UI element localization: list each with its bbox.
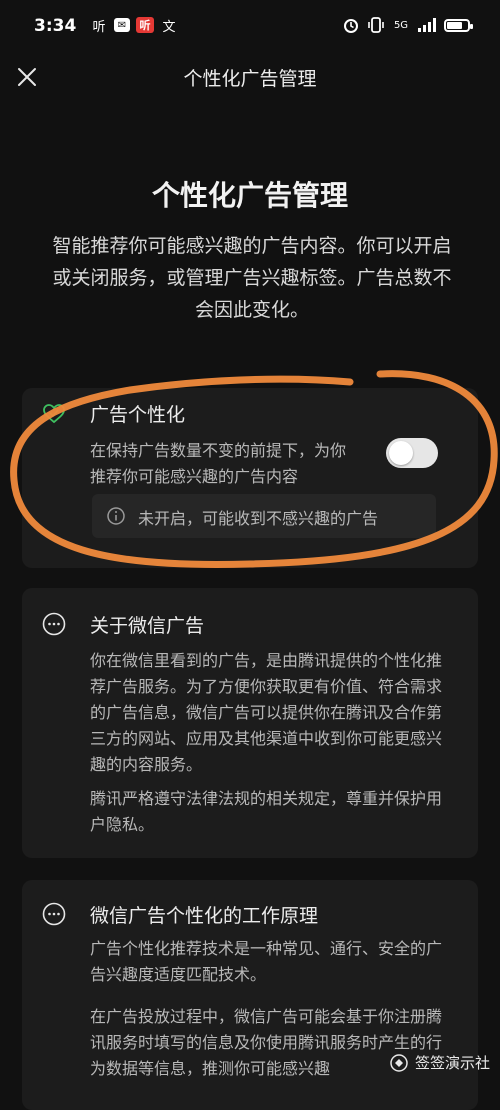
heart-link-icon — [43, 404, 65, 424]
header-title: 个性化广告管理 — [183, 68, 317, 90]
status-notice: 未开启，可能收到不感兴趣的广告 — [92, 494, 436, 538]
listen-app-icon: 听 — [136, 17, 154, 33]
about-title: 关于微信广告 — [90, 615, 205, 637]
more-icon — [42, 612, 66, 636]
status-left-icons: 听 ✉ 听 文 — [90, 16, 178, 35]
notice-text: 未开启，可能收到不感兴趣的广告 — [138, 509, 379, 528]
page-heading: 个性化广告管理 — [151, 179, 348, 212]
listen-icon: 听 — [92, 19, 106, 35]
ad-personalization-desc-2: 推荐你可能感兴趣的广告内容 — [90, 467, 299, 486]
ad-personalization-title: 广告个性化 — [90, 404, 186, 426]
status-bar: 3:34 听 ✉ 听 文 5G — [0, 0, 500, 56]
vibrate-icon — [368, 17, 384, 33]
status-right-icons: 5G — [342, 16, 473, 34]
watermark-logo-icon — [390, 1053, 408, 1072]
more-icon — [42, 902, 66, 926]
watermark: 签签演示社 — [389, 1052, 490, 1073]
ad-personalization-toggle[interactable] — [386, 438, 438, 468]
toggle-knob — [389, 441, 413, 465]
principle-title: 微信广告个性化的工作原理 — [90, 905, 319, 927]
header: 个性化广告管理 — [0, 56, 500, 100]
signal-icon — [418, 18, 436, 32]
principle-paragraph-1: 广告个性化推荐技术是一种常见、通行、安全的广告兴趣度适度匹配技术。 — [90, 939, 443, 984]
about-wechat-ads-card: 关于微信广告 你在微信里看到的广告，是由腾讯提供的个性化推荐广告服务。为了方便你… — [22, 588, 478, 858]
mail-icon: ✉ — [114, 18, 130, 32]
watermark-text: 签签演示社 — [414, 1054, 490, 1072]
network-label: 5G — [393, 19, 409, 31]
ad-personalization-card: 广告个性化 在保持广告数量不变的前提下，为你 推荐你可能感兴趣的广告内容 未开启… — [22, 388, 478, 568]
principle-card: 微信广告个性化的工作原理 广告个性化推荐技术是一种常见、通行、安全的广告兴趣度适… — [22, 880, 478, 1110]
about-paragraph-1: 你在微信里看到的广告，是由腾讯提供的个性化推荐广告服务。为了方便你获取更有价值、… — [90, 651, 443, 774]
status-time: 3:34 — [34, 16, 77, 36]
info-icon — [107, 507, 125, 525]
battery-icon — [444, 18, 473, 32]
about-paragraph-2: 腾讯严格遵守法律法规的相关规定，尊重并保护用户隐私。 — [90, 789, 443, 834]
alarm-icon — [344, 19, 358, 33]
ad-personalization-desc-1: 在保持广告数量不变的前提下，为你 — [90, 441, 347, 460]
page-description: 智能推荐你可能感兴趣的广告内容。你可以开启或关闭服务，或管理广告兴趣标签。广告总… — [52, 235, 452, 321]
text-icon: 文 — [162, 19, 176, 35]
